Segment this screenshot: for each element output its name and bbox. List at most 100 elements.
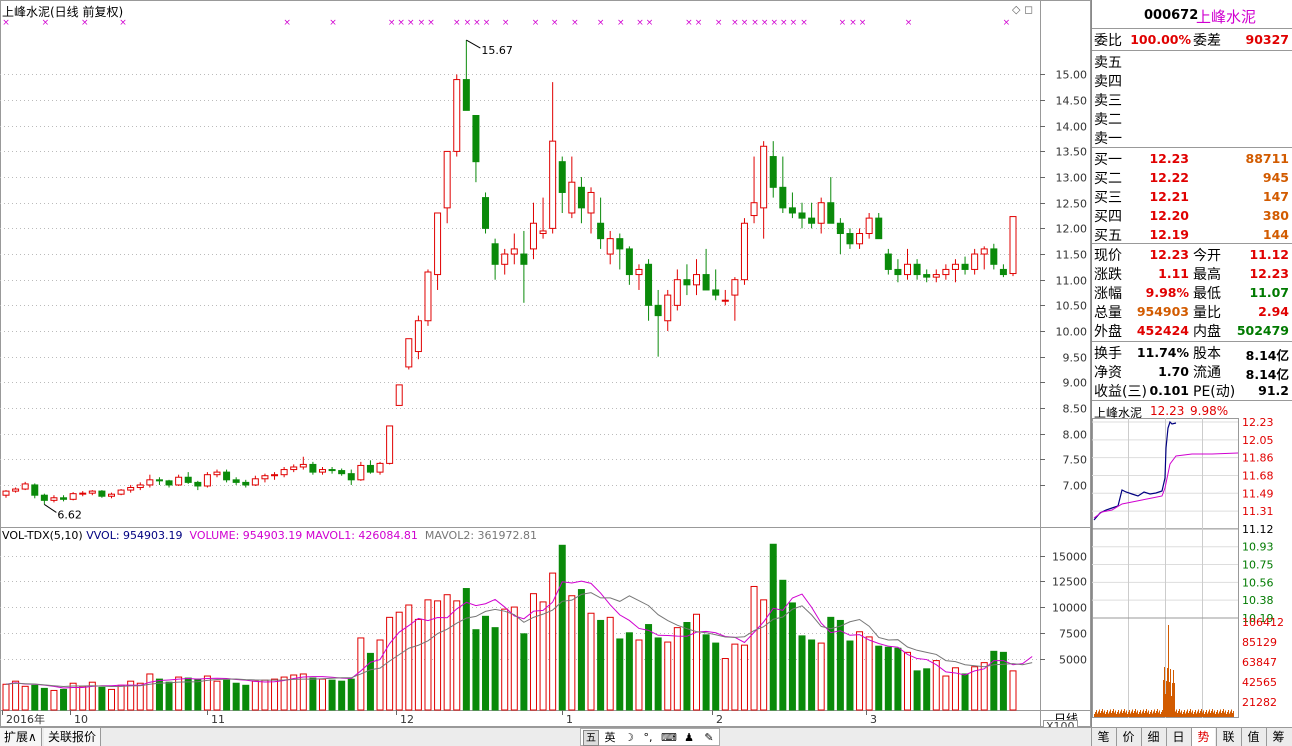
ime-skin-icon[interactable]: ♟ [681,730,697,746]
candle [1009,216,1017,277]
tab-trend[interactable]: 势 [1191,728,1215,746]
candle-body [884,253,892,270]
buy-volume: 945 [1262,170,1289,185]
event-marker: × [473,18,481,28]
candle [165,479,173,488]
candle-body [702,274,710,291]
buy-price: 12.22 [1149,170,1189,185]
fund-label: 换手 [1094,346,1122,362]
candle-body [434,212,442,276]
quote-label: 量比 [1193,305,1221,321]
event-marker: × [715,18,723,28]
event-marker: × [483,18,491,28]
candle-body [731,279,739,296]
volume-bar [932,660,940,711]
volume-bar [520,633,528,711]
keyboard-icon[interactable]: ⌨ [661,730,677,746]
event-marker: × [905,18,913,28]
quote-value: 11.07 [1249,285,1289,300]
volume-bar [79,685,87,711]
volume-bar [328,679,336,711]
volume-bar [779,579,787,711]
price-tick-label: 11.00 [1056,275,1088,288]
candle [597,197,605,249]
app-window: 15.00 14.50 14.00 13.50 13.00 12.50 12.00 11.50… [0,0,1292,746]
event-marker: × [502,18,510,28]
event-marker: × [731,18,739,28]
candle-body [31,484,39,496]
related-quote-tab[interactable]: 关联报价 [44,728,102,746]
expand-tab[interactable]: 扩展∧ [0,728,42,746]
candle [309,461,317,475]
tab-price[interactable]: 价 [1116,728,1140,746]
price-tick-label: 11.50 [1056,249,1088,262]
ime-english-icon[interactable]: 英 [602,730,618,746]
volume-bar [347,678,355,711]
candle-body [290,466,298,471]
volume-bar [309,677,317,711]
candle [587,187,595,234]
candle [414,315,422,360]
tab-linked[interactable]: 联 [1216,728,1240,746]
event-marker: × [859,18,867,28]
price-tick-label: 9.50 [1063,352,1088,365]
candle-body [529,222,537,250]
candle-body [923,274,931,278]
ime-halfwidth-icon[interactable]: ☽ [621,730,637,746]
ime-settings-icon[interactable]: ✎ [701,730,717,746]
bottom-toolbar: 扩展∧ 关联报价 五 英 ☽ °, ⌨ ♟ ✎ 笔 价 细 日 势 联 值 筹 [0,727,1292,746]
candle-body [462,79,470,111]
tab-value[interactable]: 值 [1241,728,1265,746]
price-tick-label: 14.00 [1056,121,1088,134]
tab-detail[interactable]: 细 [1141,728,1165,746]
buy-level-label: 买二 [1094,171,1122,187]
candle-body [223,471,231,481]
tab-chips[interactable]: 筹 [1266,728,1290,746]
price-tick-label: 7.50 [1063,454,1088,467]
candle [788,192,796,219]
sell-level-label: 卖三 [1094,93,1122,109]
ime-punctuation-icon[interactable]: °, [640,730,656,746]
candle [577,177,585,224]
chart-title: 上峰水泥(日线 前复权) [2,5,124,19]
volume-bar [117,684,125,711]
vol-mavol1: MAVOL1: 426084.81 [305,529,418,542]
max-price-label: 15.67 [481,44,513,57]
volume-bar [271,678,279,711]
candle [740,218,748,285]
candle-body [779,186,787,209]
tab-trades[interactable]: 笔 [1091,728,1115,746]
ime-toolbar: 五 英 ☽ °, ⌨ ♟ ✎ [580,728,720,746]
min-price-label: 6.62 [57,508,82,521]
mini-vol-label: 85129 [1242,636,1277,649]
intraday-chart[interactable]: 12.23 12.05 11.86 11.68 11.49 11.31 11.12 10.93… [1092,418,1292,718]
tab-daily[interactable]: 日 [1166,728,1190,746]
candle-body [318,469,326,473]
volume-bar [558,544,566,711]
price-tick-label: 10.50 [1056,300,1088,313]
volume-bar [664,641,672,711]
candle [606,230,614,265]
ime-wubi-icon[interactable]: 五 [583,730,599,746]
candle-body [309,463,317,473]
chart-options-icon[interactable]: ◇ ◻ [1012,3,1033,16]
candle [836,218,844,255]
vol-header: VOL-TDX(5,10) VVOL: 954903.19 VOLUME: 95… [2,529,537,542]
volume-bar [875,645,883,711]
candle [702,248,710,291]
candle-body [280,469,288,476]
candle-body [328,469,336,472]
volume-bar [146,673,154,711]
candle [616,233,624,270]
kline-chart[interactable]: 15.00 14.50 14.00 13.50 13.00 12.50 12.00 11.50… [0,0,1091,727]
candle [12,487,20,493]
fund-value: 1.70 [1158,364,1189,379]
candle [175,474,183,486]
volume-bar [539,601,547,711]
candle [491,238,499,280]
weicha-label: 委差 [1193,33,1221,49]
candle [213,469,221,478]
volume-bar [472,629,480,711]
mini-vol-label: 63847 [1242,656,1277,669]
date-tick-label: 2 [716,713,723,726]
